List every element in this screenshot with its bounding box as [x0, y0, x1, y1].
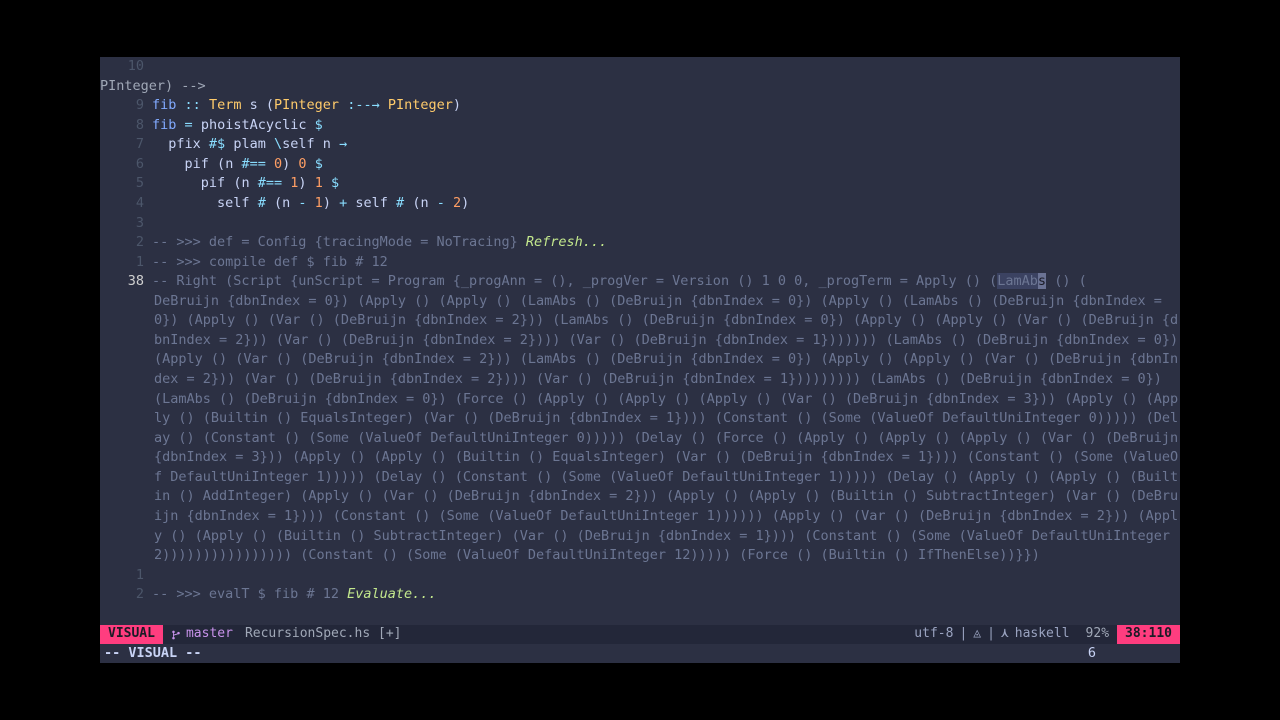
- number: 2: [453, 195, 461, 211]
- command-line[interactable]: -- VISUAL -- 6: [100, 644, 1180, 663]
- line-number: 1: [104, 253, 152, 273]
- code-line[interactable]: 10: [100, 57, 1180, 77]
- line-number: 7: [104, 135, 152, 155]
- line-number: 8: [104, 116, 152, 136]
- encoding: utf-8: [914, 625, 953, 644]
- code-line-current[interactable]: 38 -- Right (Script {unScript = Program …: [100, 272, 1180, 292]
- identifier: fib: [152, 117, 176, 133]
- operator: ::: [185, 97, 201, 113]
- code-line[interactable]: 5 pif (n #== 1) 1 $: [100, 174, 1180, 194]
- identifier: fib: [152, 97, 176, 113]
- operator: #$: [209, 136, 225, 152]
- os-icon: ◬: [973, 625, 981, 644]
- arrow: →: [339, 136, 347, 152]
- scroll-percent: 92%: [1078, 625, 1117, 644]
- number: 0: [274, 156, 282, 172]
- identifier: pfix: [168, 136, 201, 152]
- identifier: phoistAcyclic: [201, 117, 307, 133]
- code-line[interactable]: 7 pfix #$ plam \self n →: [100, 135, 1180, 155]
- line-number: 3: [104, 214, 152, 234]
- type: PInteger: [274, 97, 339, 113]
- operator: $: [315, 117, 323, 133]
- code-line[interactable]: 1 -- >>> compile def $ fib # 12: [100, 253, 1180, 273]
- mode-message: -- VISUAL --: [104, 644, 202, 663]
- identifier: pif: [185, 156, 209, 172]
- line-number-current: 38: [104, 272, 152, 292]
- identifier: self: [282, 136, 315, 152]
- editor-viewport[interactable]: 10 PInteger) --> 9 fib :: Term s (PInteg…: [100, 57, 1180, 663]
- lambda: \: [274, 136, 282, 152]
- line-number: 4: [104, 194, 152, 214]
- status-right: utf-8 | ◬ | ⋏ haskell: [906, 625, 1077, 644]
- comment-output-wrapped[interactable]: DeBruijn {dbnIndex = 0}) (Apply () (Appl…: [100, 292, 1180, 566]
- code-area[interactable]: 10 PInteger) --> 9 fib :: Term s (PInteg…: [100, 57, 1180, 605]
- code-line[interactable]: 2 -- >>> def = Config {tracingMode = NoT…: [100, 233, 1180, 253]
- type: Term: [209, 97, 242, 113]
- comment: -- >>>: [152, 254, 209, 270]
- line-number: 5: [104, 174, 152, 194]
- paren: (: [266, 97, 274, 113]
- cursor-position: 38:110: [1117, 625, 1180, 644]
- selection-count: 6: [1088, 644, 1176, 663]
- code-line[interactable]: 8 fib = phoistAcyclic $: [100, 116, 1180, 136]
- line-number: 10: [104, 57, 152, 77]
- code-lens-evaluate[interactable]: Evaluate...: [347, 586, 436, 602]
- code-lens-refresh[interactable]: Refresh...: [526, 234, 607, 250]
- operator: =: [185, 117, 193, 133]
- code-line[interactable]: 9 fib :: Term s (PInteger :--→ PInteger): [100, 96, 1180, 116]
- line-number: 2: [104, 233, 152, 253]
- identifier: n: [323, 136, 331, 152]
- line-number: 9: [104, 96, 152, 116]
- status-line: VISUAL master RecursionSpec.hs [+] utf-8…: [100, 625, 1180, 644]
- code-line[interactable]: 4 self # (n - 1) + self # (n - 2): [100, 194, 1180, 214]
- cursor: s: [1038, 273, 1046, 289]
- branch-icon: [171, 629, 181, 641]
- identifier: plam: [233, 136, 266, 152]
- visual-selection: LamAb: [997, 273, 1038, 289]
- number: 1: [315, 175, 323, 191]
- identifier: pif: [201, 175, 225, 191]
- comment: -- >>>: [152, 586, 209, 602]
- branch-name: master: [186, 625, 233, 644]
- line-number: 1: [104, 566, 152, 586]
- comment: -- >>>: [152, 234, 209, 250]
- code-line[interactable]: 2 -- >>> evalT $ fib # 12 Evaluate...: [100, 585, 1180, 605]
- filetype: haskell: [1015, 625, 1070, 644]
- line-number: 2: [104, 585, 152, 605]
- comment-output: -- Right (Script {unScript = Program {_p…: [152, 273, 997, 289]
- code-line[interactable]: 3: [100, 214, 1180, 234]
- paren: ): [453, 97, 461, 113]
- line-number: 6: [104, 155, 152, 175]
- code-line[interactable]: 6 pif (n #== 0) 0 $: [100, 155, 1180, 175]
- haskell-icon: ⋏: [1001, 625, 1009, 644]
- type: PInteger: [388, 97, 453, 113]
- identifier: s: [250, 97, 258, 113]
- git-branch: master: [163, 625, 241, 644]
- number: 1: [315, 195, 323, 211]
- operator: :--→: [347, 97, 380, 113]
- mode-indicator: VISUAL: [100, 625, 163, 644]
- number: 0: [298, 156, 306, 172]
- code-line[interactable]: 1: [100, 566, 1180, 586]
- file-name: RecursionSpec.hs [+]: [241, 625, 406, 644]
